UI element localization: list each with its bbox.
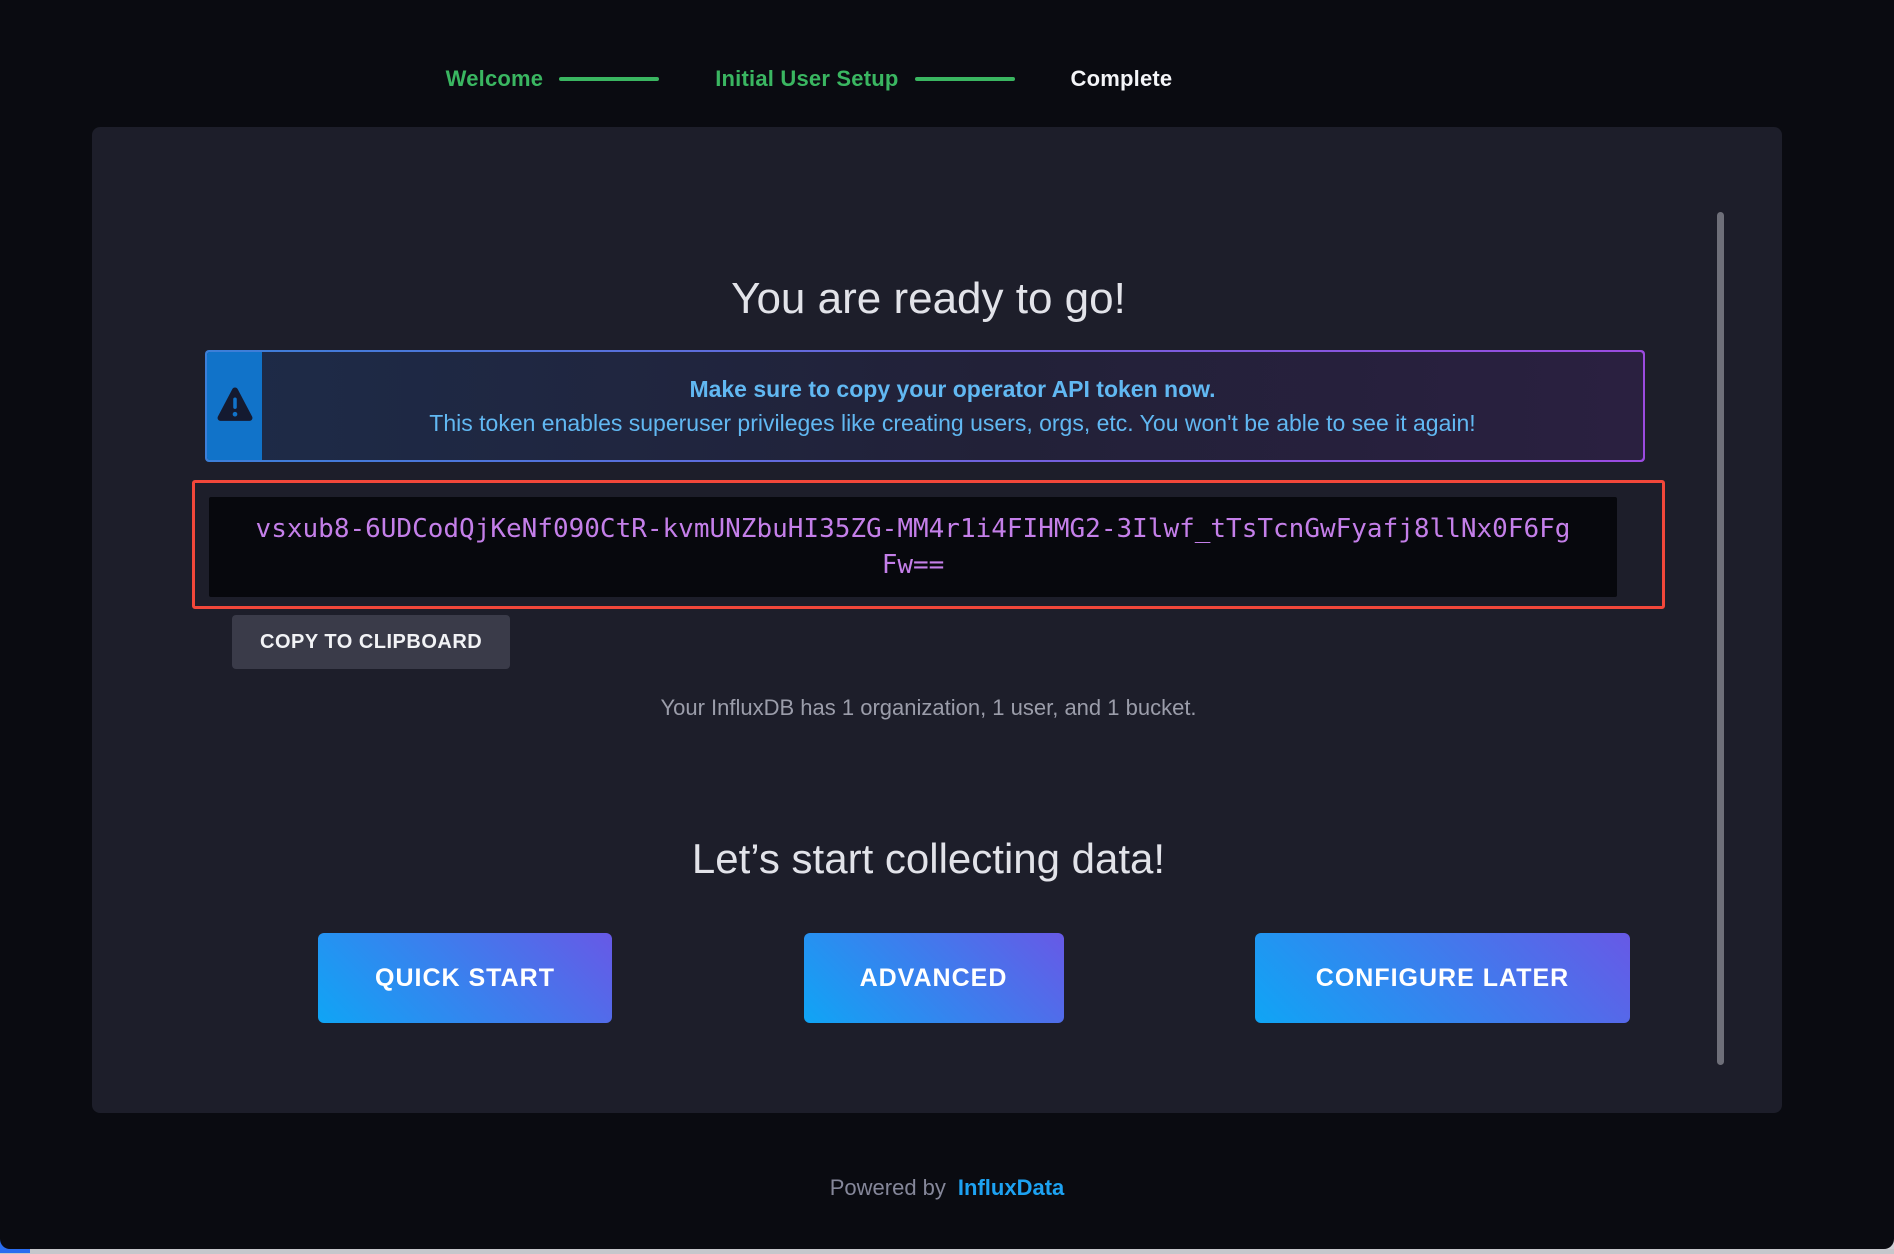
setup-stepper: Welcome Initial User Setup Complete [0,66,1894,92]
warning-icon-block [207,352,262,460]
warning-heading: Make sure to copy your operator API toke… [292,372,1613,406]
step-welcome[interactable]: Welcome [446,66,544,92]
setup-stepper-inner: Welcome Initial User Setup Complete [446,66,1173,92]
resources-summary: Your InfluxDB has 1 organization, 1 user… [192,695,1665,721]
token-highlight-outline: vsxub8-6UDCodQjKeNf090CtR-kvmUNZbuHI35ZG… [192,480,1665,609]
influxdata-brand-link[interactable]: InfluxData [958,1175,1064,1201]
footer: Powered by InfluxData [0,1168,1894,1208]
app-window: Welcome Initial User Setup Complete You … [0,0,1894,1249]
vertical-scrollbar-thumb[interactable] [1717,212,1724,1065]
window-bottom-edge [0,1249,1894,1254]
step-initial-user-setup[interactable]: Initial User Setup [715,66,898,92]
advanced-button[interactable]: ADVANCED [804,933,1064,1023]
warning-banner-border: Make sure to copy your operator API toke… [205,350,1645,462]
warning-body: This token enables superuser privileges … [292,406,1613,440]
page-title: You are ready to go! [192,275,1665,323]
powered-by-label: Powered by [830,1175,946,1201]
step-connector [915,77,1015,81]
cta-heading: Let’s start collecting data! [192,835,1665,883]
warning-message: Make sure to copy your operator API toke… [262,352,1643,460]
warning-banner: Make sure to copy your operator API toke… [207,352,1643,460]
actions-row: QUICK START ADVANCED CONFIGURE LATER [318,933,1630,1023]
setup-complete-panel: You are ready to go! Make sure to copy y… [92,127,1782,1113]
warning-triangle-icon [216,387,254,426]
copy-to-clipboard-button[interactable]: COPY TO CLIPBOARD [232,615,510,669]
step-complete[interactable]: Complete [1071,66,1173,92]
quick-start-button[interactable]: QUICK START [318,933,612,1023]
api-token-value[interactable]: vsxub8-6UDCodQjKeNf090CtR-kvmUNZbuHI35ZG… [209,497,1617,597]
step-connector [559,77,659,81]
configure-later-button[interactable]: CONFIGURE LATER [1255,933,1630,1023]
